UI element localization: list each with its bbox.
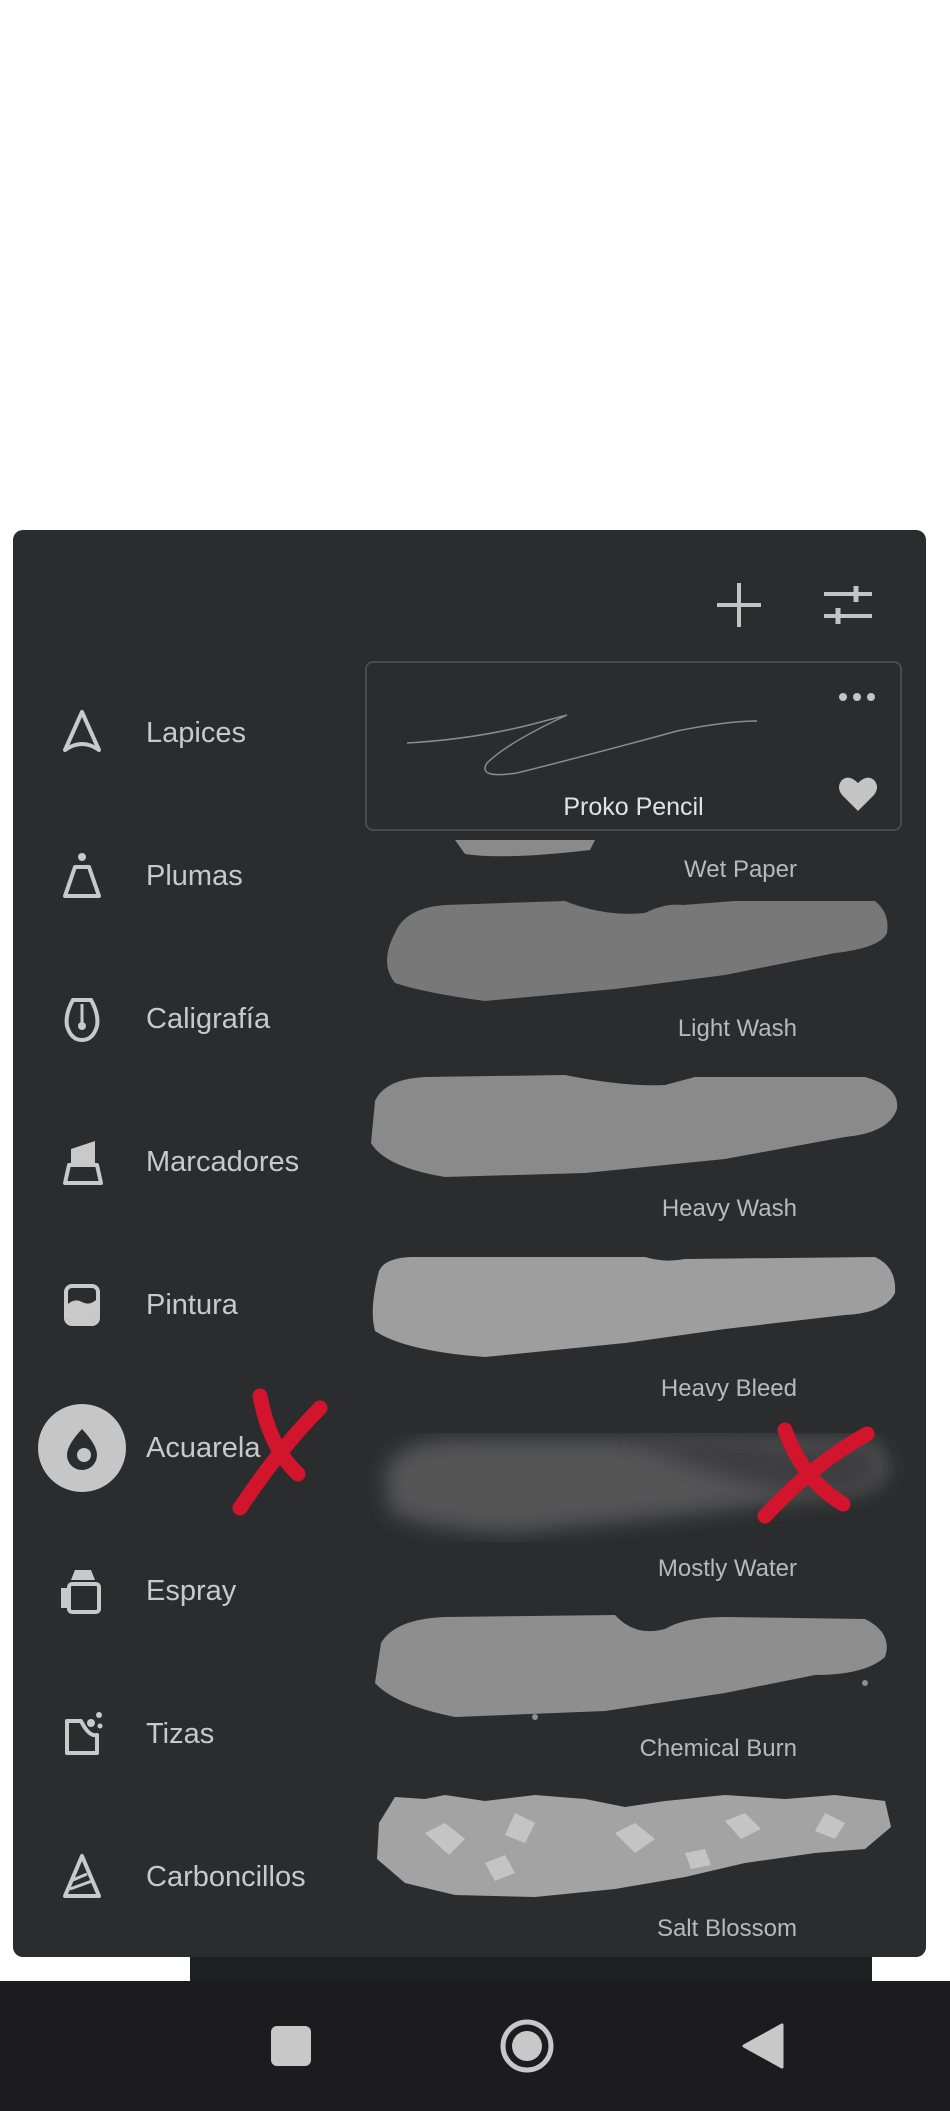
selected-brush-card[interactable]: Proko Pencil bbox=[365, 661, 902, 831]
annotation-x-mark bbox=[757, 1422, 875, 1524]
category-label: Lapices bbox=[146, 716, 246, 749]
pencil-tip-icon bbox=[38, 689, 126, 777]
brush-name: Mostly Water bbox=[657, 1555, 797, 1582]
marker-icon bbox=[38, 1118, 126, 1206]
brush-preview bbox=[406, 714, 758, 776]
category-label: Marcadores bbox=[146, 1145, 300, 1178]
bottom-strip bbox=[190, 1957, 872, 1981]
category-marcadores[interactable]: Marcadores bbox=[38, 1112, 368, 1212]
chalk-icon bbox=[38, 1690, 126, 1778]
category-caligrafia[interactable]: Caligrafía bbox=[38, 969, 368, 1069]
brush-name: Heavy Bleed bbox=[660, 1375, 797, 1402]
paint-pot-icon bbox=[38, 1261, 126, 1349]
brush-settings-button[interactable] bbox=[813, 570, 883, 640]
category-pintura[interactable]: Pintura bbox=[38, 1255, 368, 1355]
brush-name: Chemical Burn bbox=[639, 1735, 797, 1762]
annotation-x-mark bbox=[232, 1388, 328, 1516]
recents-button[interactable] bbox=[236, 1981, 346, 2111]
category-tizas[interactable]: Tizas bbox=[38, 1684, 368, 1784]
brush-item-heavy-wash[interactable]: Heavy Wash bbox=[365, 1073, 905, 1233]
brush-item-light-wash[interactable]: Light Wash bbox=[365, 893, 905, 1053]
category-espray[interactable]: Espray bbox=[38, 1541, 368, 1641]
pen-nib-icon bbox=[38, 832, 126, 920]
selected-brush-name: Proko Pencil bbox=[563, 793, 704, 821]
triangle-back-icon bbox=[742, 2023, 784, 2069]
brush-more-button[interactable] bbox=[832, 685, 882, 709]
category-label: Tizas bbox=[146, 1717, 215, 1750]
plus-icon bbox=[717, 583, 761, 627]
category-carboncillos[interactable]: Carboncillos bbox=[38, 1827, 368, 1927]
brush-name: Wet Paper bbox=[684, 856, 797, 883]
brush-name: Salt Blossom bbox=[656, 1915, 797, 1942]
system-navigation-bar bbox=[0, 1981, 950, 2111]
brush-name: Light Wash bbox=[677, 1015, 797, 1042]
category-label: Carboncillos bbox=[146, 1860, 306, 1893]
spray-can-icon bbox=[38, 1547, 126, 1635]
charcoal-icon bbox=[38, 1833, 126, 1921]
circle-home-icon bbox=[500, 2019, 554, 2073]
sliders-icon bbox=[824, 586, 872, 624]
calligraphy-nib-icon bbox=[38, 975, 126, 1063]
category-label: Caligrafía bbox=[146, 1002, 271, 1035]
back-button[interactable] bbox=[708, 1981, 818, 2111]
brush-library-panel: Lapices Plumas Caligrafía Marcadores Pin… bbox=[13, 530, 926, 1957]
drawing-canvas[interactable] bbox=[0, 0, 950, 530]
category-label: Espray bbox=[146, 1574, 237, 1607]
brush-name: Heavy Wash bbox=[661, 1195, 797, 1222]
watercolor-drop-icon bbox=[38, 1404, 126, 1492]
square-icon bbox=[271, 2026, 311, 2066]
brush-item-salt-blossom[interactable]: Salt Blossom bbox=[365, 1793, 905, 1953]
brush-item-heavy-bleed[interactable]: Heavy Bleed bbox=[365, 1253, 905, 1413]
category-label: Pintura bbox=[146, 1288, 238, 1321]
brush-item-chemical-burn[interactable]: Chemical Burn bbox=[365, 1613, 905, 1773]
add-brush-button[interactable] bbox=[704, 570, 774, 640]
category-plumas[interactable]: Plumas bbox=[38, 826, 368, 926]
more-horizontal-icon bbox=[839, 693, 875, 701]
home-button[interactable] bbox=[472, 1981, 582, 2111]
category-lapices[interactable]: Lapices bbox=[38, 683, 368, 783]
category-label: Plumas bbox=[146, 859, 243, 892]
